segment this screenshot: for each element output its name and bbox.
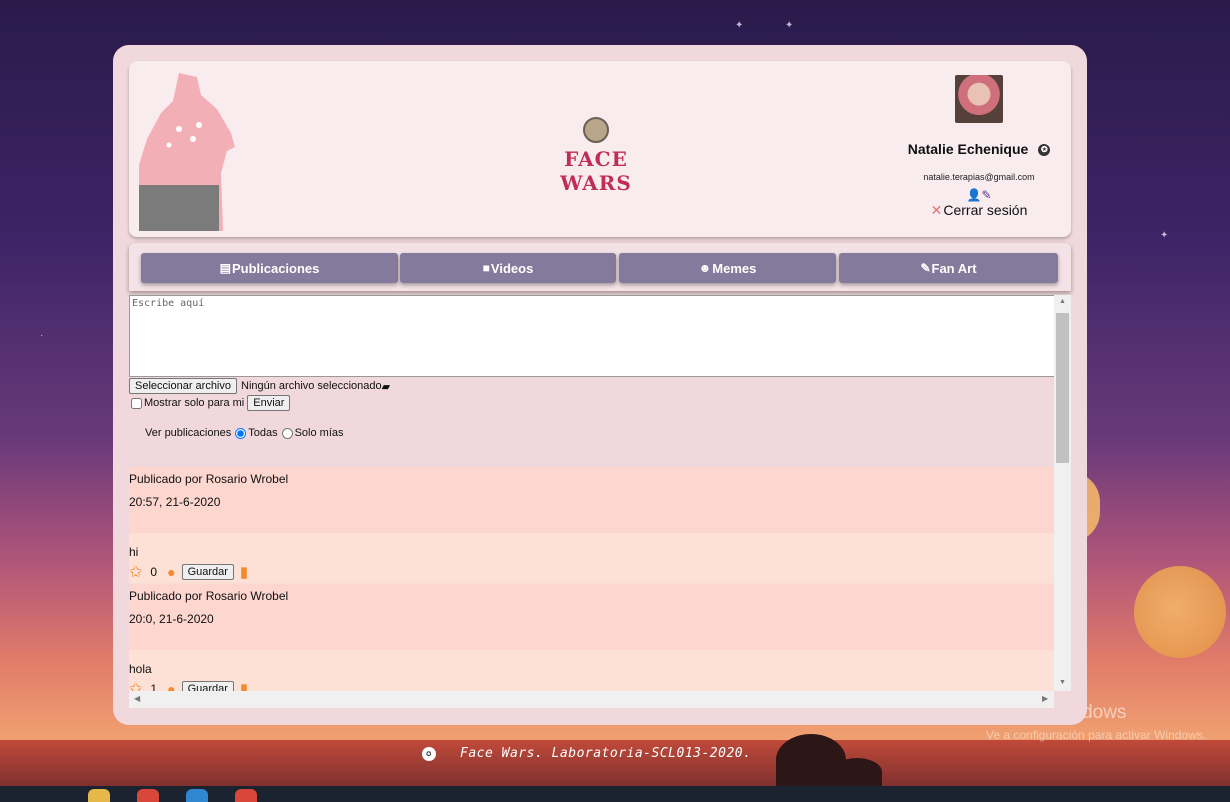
post-textarea[interactable] (129, 295, 1054, 377)
millennium-falcon-icon (583, 117, 609, 143)
paintbrush-icon: ✎ (920, 261, 931, 275)
tab-memes[interactable]: ☻ Memes (619, 253, 836, 283)
post-card: Publicado por Rosario Wrobel 20:0, 21-6-… (129, 584, 1054, 691)
post-actions: ✩ 1 ● Guardar ▮ (129, 679, 248, 691)
video-camera-icon: ■ (482, 261, 490, 275)
send-button[interactable]: Enviar (247, 395, 291, 411)
filter-mine-radio[interactable] (281, 427, 293, 439)
select-file-button[interactable]: Seleccionar archivo (129, 378, 237, 394)
newspaper-icon: ▤ (219, 261, 231, 275)
logo-text: FACE WARS (560, 147, 632, 195)
user-name: Natalie Echenique (907, 141, 1029, 157)
edit-profile-icon[interactable]: 👤✎ (889, 188, 1069, 202)
windows-activation-subtitle: Ve a configuración para activar Windows. (986, 728, 1207, 742)
post-text: hi (129, 545, 139, 559)
footer-text: Face Wars. Laboratoria-SCL013-2020. (460, 746, 752, 761)
smiley-icon: ☻ (698, 261, 712, 275)
chrome-icon[interactable] (235, 789, 257, 802)
tab-label: Videos (490, 260, 534, 276)
chrome-icon[interactable] (137, 789, 159, 802)
rebel-icon: ✪ (422, 746, 436, 761)
post-body: hi ✩ 0 ● Guardar ▮ (129, 533, 1054, 585)
windows-taskbar (0, 786, 1230, 802)
logout-label: Cerrar sesión (943, 202, 1028, 218)
post-body: hola ✩ 1 ● Guardar ▮ (129, 650, 1054, 691)
vader-silhouette-icon (139, 73, 235, 231)
private-checkbox[interactable] (131, 397, 142, 409)
tab-publicaciones[interactable]: ▤ Publicaciones (141, 253, 398, 283)
post-text: hola (129, 662, 152, 676)
filter-all-radio[interactable] (235, 427, 247, 439)
post-actions: ✩ 0 ● Guardar ▮ (129, 562, 248, 582)
post-date: 20:0, 21-6-2020 (129, 612, 214, 626)
save-button[interactable]: Guardar (181, 564, 234, 580)
tab-label: Publicaciones (231, 260, 320, 276)
explorer-icon[interactable] (88, 789, 110, 802)
save-button[interactable]: Guardar (181, 681, 234, 691)
vscode-icon[interactable] (186, 789, 208, 802)
private-row: Mostrar solo para mi Enviar (131, 395, 291, 411)
file-status: Ningún archivo seleccionado (241, 380, 382, 392)
post-filter: Ver publicaciones Todas Solo mías (145, 427, 344, 439)
scroll-left-arrow-icon[interactable]: ◀ (134, 694, 140, 703)
face-wars-logo: FACE WARS (529, 117, 663, 195)
like-count: 1 (150, 682, 158, 691)
like-count: 0 (150, 565, 158, 579)
scroll-up-arrow-icon[interactable]: ▲ (1059, 298, 1066, 305)
app-frame: FACE WARS Natalie Echenique ✪ natalie.ter… (113, 45, 1087, 725)
close-icon: ✕ (930, 202, 943, 218)
feed-scroll-area[interactable]: Seleccionar archivo Ningún archivo selec… (129, 295, 1054, 691)
header: FACE WARS Natalie Echenique ✪ natalie.ter… (129, 61, 1071, 237)
vertical-scrollbar[interactable]: ▲ ▼ (1054, 295, 1071, 691)
like-star-icon[interactable]: ✩ (129, 562, 142, 582)
post-card: Publicado por Rosario Wrobel 20:57, 21-6… (129, 467, 1054, 585)
post-date-row: 20:57, 21-6-2020 (129, 495, 1054, 533)
tab-videos[interactable]: ■ Videos (400, 253, 616, 283)
tab-label: Memes (712, 260, 757, 276)
filter-all-label: Todas (248, 427, 278, 439)
trash-icon[interactable]: ▮ (240, 680, 248, 691)
logout-button[interactable]: ✕Cerrar sesión (889, 202, 1069, 219)
folder-icon[interactable]: ▰ (382, 380, 390, 393)
scrollbar-thumb[interactable] (1056, 313, 1069, 463)
scroll-right-arrow-icon[interactable]: ▶ (1042, 694, 1048, 703)
user-profile: Natalie Echenique ✪ natalie.terapias@gmai… (889, 75, 1069, 219)
background-dome (832, 758, 882, 786)
private-label: Mostrar solo para mi (144, 397, 245, 409)
footer: ✪ Face Wars. Laboratoria-SCL013-2020. (422, 746, 751, 761)
comment-icon[interactable]: ● (167, 681, 175, 691)
avatar (955, 75, 1003, 123)
like-star-icon[interactable]: ✩ (129, 679, 142, 691)
post-date: 20:57, 21-6-2020 (129, 495, 221, 509)
user-email: natalie.terapias@gmail.com (923, 172, 1035, 182)
nav-bar: ▤ Publicaciones ■ Videos ☻ Memes ✎ Fan Art (129, 243, 1071, 291)
file-row: Seleccionar archivo Ningún archivo selec… (129, 378, 390, 394)
rebel-icon: ✪ (1038, 144, 1051, 157)
user-name-row: Natalie Echenique ✪ (889, 141, 1069, 157)
tab-label: Fan Art (931, 260, 977, 276)
filter-label: Ver publicaciones (145, 427, 232, 439)
horizontal-scrollbar[interactable]: ◀ ▶ (129, 691, 1054, 708)
trash-icon[interactable]: ▮ (240, 563, 248, 581)
post-date-row: 20:0, 21-6-2020 (129, 612, 1054, 650)
tab-fan-art[interactable]: ✎ Fan Art (839, 253, 1058, 283)
background-sun-large (1134, 566, 1226, 658)
filter-mine-label: Solo mías (294, 427, 344, 439)
comment-icon[interactable]: ● (167, 564, 175, 580)
scroll-down-arrow-icon[interactable]: ▼ (1059, 679, 1066, 686)
